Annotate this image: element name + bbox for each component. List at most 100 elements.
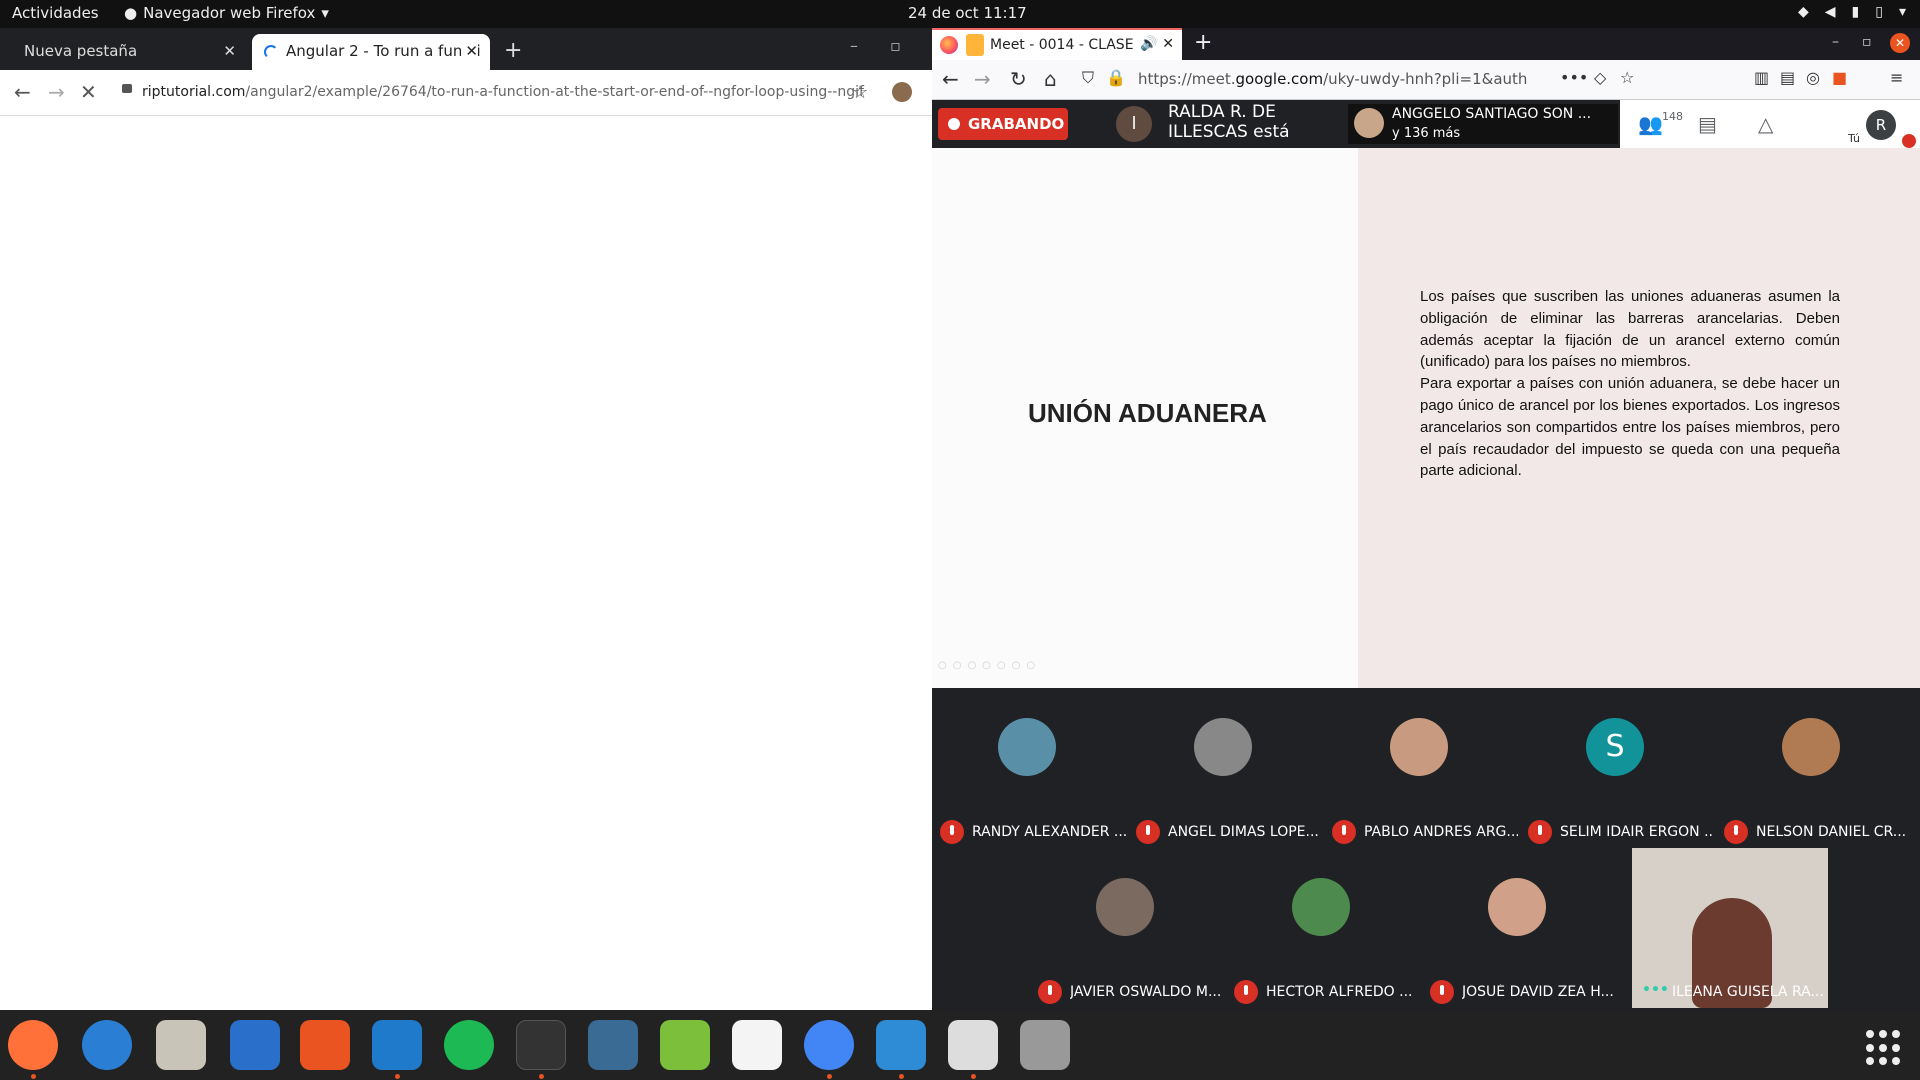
app-menu-label: Navegador web Firefox <box>143 4 316 22</box>
bookmark-star-icon[interactable]: ☆ <box>852 82 868 103</box>
thunderbird-launcher-icon[interactable] <box>82 1020 132 1070</box>
activities-icon[interactable]: △ <box>1758 112 1773 136</box>
battery-icon: ▯ <box>1875 4 1883 20</box>
participant-tile[interactable]: JAVIER OSWALDO M... <box>1030 848 1226 1008</box>
show-apps-grid-icon[interactable] <box>1866 1030 1902 1066</box>
chrome-window: Nueva pestaña ✕ Angular 2 - To run a fun… <box>0 28 958 1010</box>
url-domain: riptutorial.com <box>142 84 246 100</box>
new-tab-button[interactable]: + <box>1194 30 1212 55</box>
files-launcher-icon[interactable] <box>156 1020 206 1070</box>
slide-left-panel: UNIÓN ADUANERA <box>932 148 1358 688</box>
tab-angular[interactable]: Angular 2 - To run a functi ✕ <box>252 34 490 70</box>
microphone-icon: ▮ <box>1851 4 1860 20</box>
running-indicator <box>827 1074 832 1079</box>
sidebar-icon[interactable]: ▤ <box>1780 68 1795 87</box>
participant-tile[interactable]: JOSUÉ DAVID ZEA H... <box>1422 848 1618 1008</box>
back-arrow-icon[interactable]: ← <box>942 67 959 91</box>
participant-name: ILEANA GUISELA RA... <box>1672 984 1824 1000</box>
maximize-icon[interactable]: ▫ <box>890 36 901 55</box>
presenter-name: RALDA R. DE ILLESCAS está <box>1168 102 1290 142</box>
terminal-launcher-icon[interactable] <box>516 1020 566 1070</box>
bookmark-star-icon[interactable]: ☆ <box>1620 68 1634 87</box>
participant-name: RANDY ALEXANDER ... <box>972 824 1126 840</box>
stop-loading-icon[interactable]: ✕ <box>80 80 97 104</box>
tab-new-tab[interactable]: Nueva pestaña ✕ <box>4 34 248 70</box>
participant-tile[interactable]: ANGEL DIMAS LOPE... <box>1128 688 1324 848</box>
recording-badge[interactable]: GRABANDO <box>938 108 1068 140</box>
sd-card-launcher-icon[interactable] <box>1020 1020 1070 1070</box>
speaking-indicator-icon: ••• <box>1642 982 1669 998</box>
address-bar[interactable]: riptutorial.com/angular2/example/26764/t… <box>118 78 892 108</box>
extension-icon[interactable]: ■ <box>1832 68 1847 87</box>
people-icon[interactable]: 👥 <box>1638 112 1663 136</box>
system-tray[interactable]: ◆ ◀ ▮ ▯ ▾ <box>1798 4 1906 20</box>
hamburger-menu-icon[interactable]: ≡ <box>1890 68 1903 87</box>
minimize-icon[interactable]: – <box>850 36 858 55</box>
avatar <box>1390 718 1448 776</box>
muted-mic-icon <box>1234 980 1258 1004</box>
participant-count: 148 <box>1662 110 1683 123</box>
participant-tile[interactable]: HECTOR ALFREDO ... <box>1226 848 1422 1008</box>
muted-mic-icon <box>1038 980 1062 1004</box>
close-tab-icon[interactable]: ✕ <box>223 42 236 60</box>
url-prefix: https://meet. <box>1138 70 1236 88</box>
participant-tile[interactable]: RANDY ALEXANDER ... <box>932 688 1128 848</box>
shield-icon[interactable]: ⛉ <box>1082 68 1094 88</box>
maximize-icon[interactable]: ▫ <box>1862 34 1872 50</box>
running-indicator <box>899 1074 904 1079</box>
library-icon[interactable]: ▥ <box>1754 68 1769 87</box>
participant-tile[interactable]: NELSON DANIEL CR... <box>1716 688 1912 848</box>
activities-button[interactable]: Actividades <box>12 4 99 22</box>
participant-tile[interactable]: PABLO ANDRES ARG... <box>1324 688 1520 848</box>
muted-mic-icon <box>1528 820 1552 844</box>
new-tab-button[interactable]: + <box>504 38 522 63</box>
app-menu[interactable]: ● Navegador web Firefox ▾ <box>124 4 329 22</box>
firefox-window: Meet - 0014 - CLASE M 🔊 ✕ + – ▫ ✕ ← → ↻ … <box>932 28 1920 1010</box>
screen-recorder-launcher-icon[interactable] <box>876 1020 926 1070</box>
lock-icon[interactable]: 🔒 <box>1106 68 1126 87</box>
slide-paragraph: Para exportar a países con unión aduaner… <box>1420 375 1840 480</box>
reload-icon[interactable]: ↻ <box>1010 67 1027 91</box>
firefox-launcher-icon[interactable] <box>8 1020 58 1070</box>
forward-arrow-icon[interactable]: → <box>48 80 65 104</box>
spotify-launcher-icon[interactable] <box>444 1020 494 1070</box>
vscode-launcher-icon[interactable] <box>372 1020 422 1070</box>
participant-video-tile[interactable]: ••• ILEANA GUISELA RA... <box>1632 848 1828 1008</box>
home-icon[interactable]: ⌂ <box>1044 67 1057 91</box>
more-actions-icon[interactable]: ••• <box>1560 68 1588 87</box>
self-avatar[interactable]: R <box>1866 110 1896 140</box>
software-launcher-icon[interactable] <box>300 1020 350 1070</box>
pocket-icon[interactable]: ◇ <box>1594 68 1606 87</box>
text-editor-launcher-icon[interactable] <box>732 1020 782 1070</box>
minimize-icon[interactable]: – <box>1832 34 1839 50</box>
mysql-workbench-launcher-icon[interactable] <box>588 1020 638 1070</box>
clock[interactable]: 24 de oct 11:17 <box>908 4 1027 22</box>
participant-tile[interactable]: S SELIM IDAIR ERGON ... <box>1520 688 1716 848</box>
close-window-icon[interactable]: ✕ <box>1890 33 1910 53</box>
participant-name: ANGEL DIMAS LOPE... <box>1168 824 1319 840</box>
profile-avatar[interactable] <box>892 82 912 102</box>
wifi-icon: ◆ <box>1797 4 1809 20</box>
document-viewer-launcher-icon[interactable] <box>948 1020 998 1070</box>
close-tab-icon[interactable]: ✕ <box>461 42 478 60</box>
muted-mic-icon <box>1332 820 1356 844</box>
slide-controls[interactable]: ○○○○○○○ <box>938 660 1041 671</box>
forward-arrow-icon[interactable]: → <box>974 67 991 91</box>
meet-header: GRABANDO I RALDA R. DE ILLESCAS está ANG… <box>932 100 1920 148</box>
sqlite-launcher-icon[interactable] <box>660 1020 710 1070</box>
account-icon[interactable]: ◎ <box>1806 68 1820 87</box>
writer-launcher-icon[interactable] <box>230 1020 280 1070</box>
tab-title: Meet - 0014 - CLASE M <box>990 37 1151 53</box>
firefox-tab-strip: Meet - 0014 - CLASE M 🔊 ✕ + – ▫ ✕ <box>932 28 1920 60</box>
url-rest: /uky-uwdy-hnh?pli=1&auth <box>1323 70 1528 88</box>
close-tab-icon[interactable]: 🔊 ✕ <box>1136 36 1174 52</box>
avatar <box>1096 878 1154 936</box>
back-arrow-icon[interactable]: ← <box>14 80 31 104</box>
tab-meet[interactable]: Meet - 0014 - CLASE M 🔊 ✕ <box>932 28 1182 60</box>
other-presenters[interactable]: ANGGELO SANTIAGO SON ... y 136 más <box>1348 104 1618 144</box>
chrome-launcher-icon[interactable] <box>804 1020 854 1070</box>
chat-icon[interactable]: ▤ <box>1698 112 1717 136</box>
chrome-toolbar: ← → ✕ riptutorial.com/angular2/example/2… <box>0 70 958 116</box>
other-presenter-name: ANGGELO SANTIAGO SON ... <box>1392 106 1592 122</box>
address-bar[interactable]: https://meet.google.com/uky-uwdy-hnh?pli… <box>1138 64 1558 94</box>
